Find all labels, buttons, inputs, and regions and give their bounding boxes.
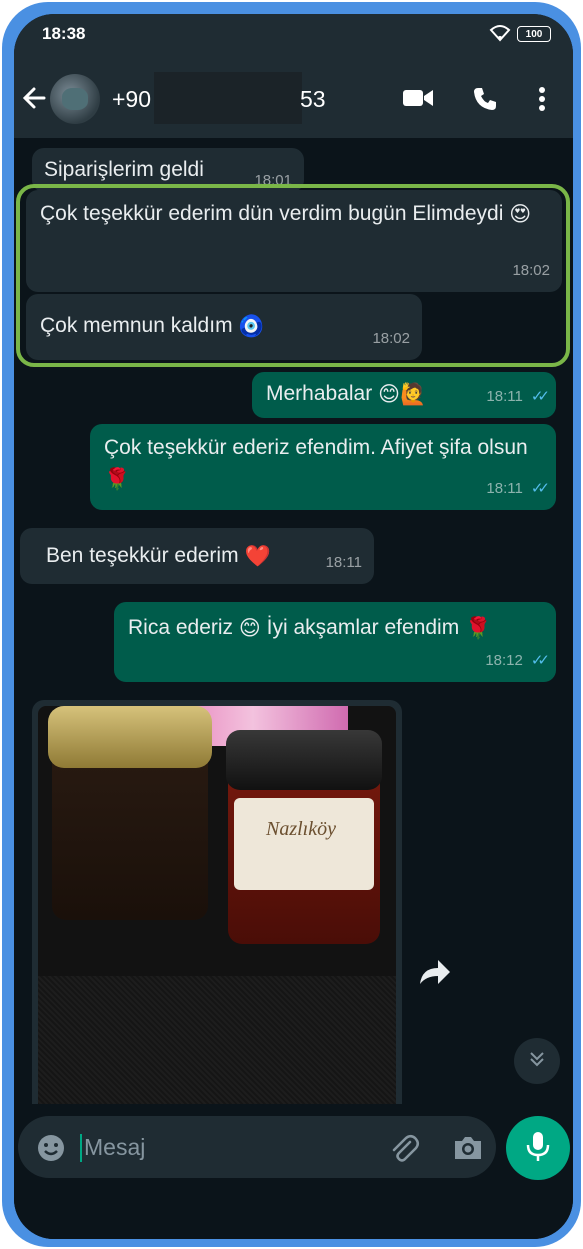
wifi-icon: [489, 24, 511, 47]
phone-frame: 18:38 100 +90 53 Siparişlerim geldi 18:0…: [2, 2, 581, 1247]
red-heart-emoji: ❤️: [244, 543, 271, 568]
message-text: Siparişlerim geldi: [44, 158, 204, 181]
message-bubble[interactable]: Ben teşekkür ederim ❤️ 18:11: [20, 528, 374, 584]
smile-wave-emoji: 😊🙋: [378, 381, 427, 406]
paperclip-icon[interactable]: [388, 1132, 420, 1169]
emoji-icon[interactable]: [36, 1133, 66, 1168]
battery-icon: 100: [517, 26, 551, 42]
message-input[interactable]: Mesaj: [18, 1116, 496, 1178]
video-call-icon[interactable]: [402, 86, 434, 115]
chat-area[interactable]: Siparişlerim geldi 18:01 Çok teşekkür ed…: [14, 138, 573, 1104]
status-bar: 18:38 100: [14, 14, 573, 58]
message-time: 18:11: [486, 480, 523, 497]
message-text: Merhabalar: [266, 382, 373, 405]
read-ticks-icon: ✓✓: [530, 388, 550, 405]
jar-lid: [48, 706, 212, 768]
message-time: 18:11: [325, 554, 362, 571]
rose-emoji: 🌹: [465, 615, 492, 640]
countertop: [38, 976, 396, 1104]
text-caret: [80, 1134, 82, 1162]
jar-label: Nazlıköy: [234, 798, 374, 890]
contact-phone-suffix[interactable]: 53: [300, 86, 326, 113]
forward-icon[interactable]: [418, 958, 452, 991]
message-time: 18:11: [486, 388, 523, 405]
phone-icon[interactable]: [472, 86, 498, 117]
rose-emoji: 🌹: [104, 466, 131, 491]
message-bubble[interactable]: Çok teşekkür ederiz efendim. Afiyet şifa…: [90, 424, 556, 510]
composer: Mesaj: [14, 1104, 573, 1239]
avatar[interactable]: [50, 74, 100, 124]
message-bubble[interactable]: Merhabalar 😊🙋 18:11 ✓✓: [252, 372, 556, 418]
message-time: 18:12: [485, 652, 523, 669]
photo-image[interactable]: Nazlıköy: [38, 706, 396, 1104]
message-text: Çok teşekkür ederiz efendim. Afiyet şifa…: [104, 436, 528, 459]
jar-lid: [226, 730, 382, 790]
status-time: 18:38: [42, 24, 86, 43]
arrow-left-icon[interactable]: [20, 84, 48, 117]
jar-label-text: Nazlıköy: [266, 818, 336, 840]
highlight-frame: [16, 184, 570, 367]
redaction-block: [154, 72, 302, 124]
microphone-button[interactable]: [506, 1116, 570, 1180]
message-bubble[interactable]: Rica ederiz 😊 İyi akşamlar efendim 🌹 18:…: [114, 602, 556, 682]
contact-phone-prefix[interactable]: +90: [112, 86, 151, 113]
screen: 18:38 100 +90 53 Siparişlerim geldi 18:0…: [14, 14, 573, 1239]
read-ticks-icon: ✓✓: [530, 652, 550, 669]
chat-header: +90 53: [14, 58, 573, 138]
message-placeholder: Mesaj: [84, 1134, 146, 1160]
message-text-2: İyi akşamlar efendim: [266, 616, 460, 639]
message-text: Rica ederiz: [128, 616, 234, 639]
more-vert-icon[interactable]: [538, 86, 546, 117]
scroll-down-button[interactable]: [514, 1038, 560, 1084]
microphone-icon: [525, 1130, 551, 1167]
message-text: Ben teşekkür ederim: [46, 544, 239, 567]
smile-emoji: 😊: [238, 615, 261, 640]
camera-icon[interactable]: [452, 1134, 484, 1167]
photo-message[interactable]: Nazlıköy: [32, 700, 402, 1104]
chevron-double-down-icon: [527, 1049, 547, 1074]
read-ticks-icon: ✓✓: [530, 480, 550, 497]
